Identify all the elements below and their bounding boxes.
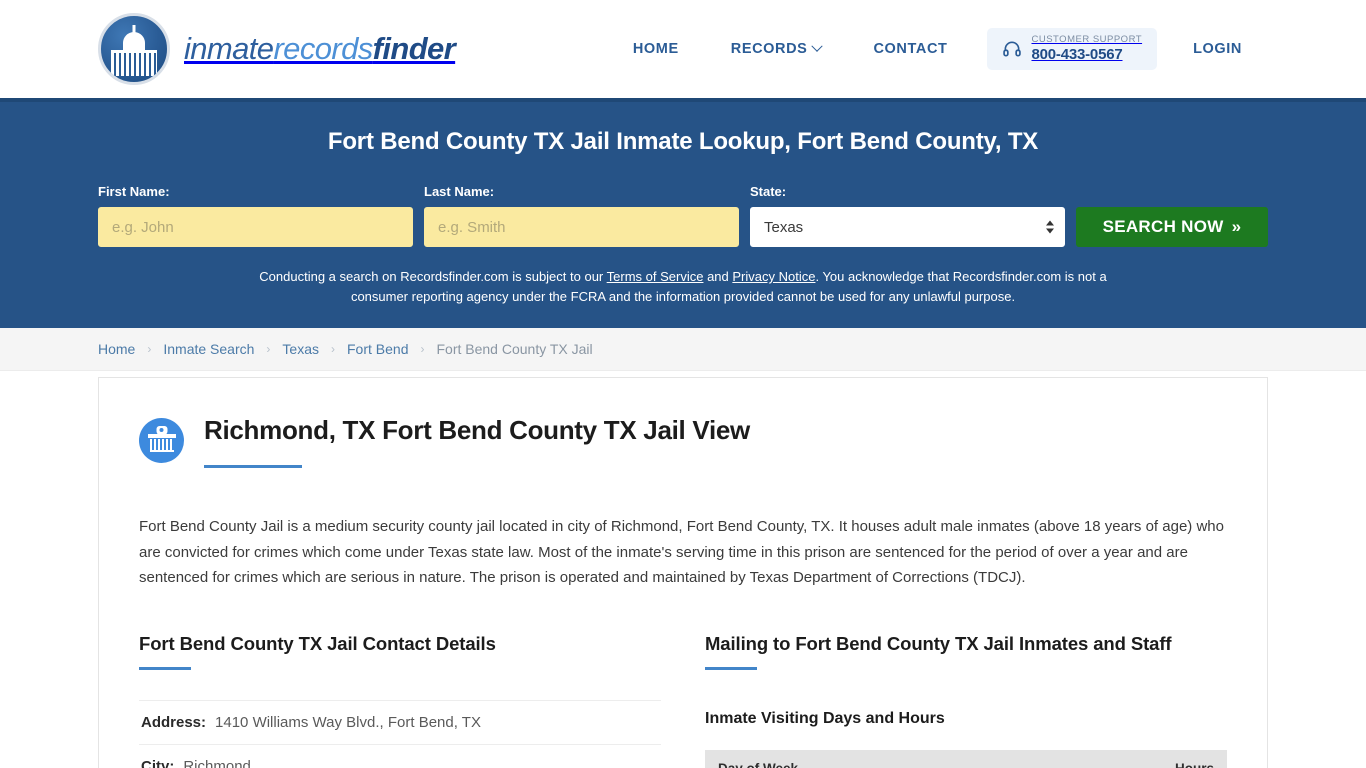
visiting-hours-subheading: Inmate Visiting Days and Hours bbox=[705, 710, 945, 728]
mailing-column: Mailing to Fort Bend County TX Jail Inma… bbox=[705, 633, 1227, 768]
chevron-down-icon bbox=[811, 40, 824, 52]
inmate-search-form: First Name: Last Name: State: Texas SEAR… bbox=[98, 184, 1268, 247]
banner-title: Fort Bend County TX Jail Inmate Lookup, … bbox=[327, 128, 1039, 155]
breadcrumb-separator-icon: › bbox=[147, 342, 152, 356]
jail-description: Fort Bend County Jail is a medium securi… bbox=[139, 517, 1224, 587]
city-key: City: bbox=[141, 758, 175, 768]
title-accent-divider bbox=[204, 464, 302, 468]
state-label: State: bbox=[750, 184, 787, 199]
double-chevron-right-icon: » bbox=[1231, 217, 1242, 236]
table-row: Address: 1410 Williams Way Blvd., Fort B… bbox=[139, 700, 661, 744]
mailing-heading: Mailing to Fort Bend County TX Jail Inma… bbox=[705, 633, 1172, 655]
address-value: 1410 Williams Way Blvd., Fort Bend, TX bbox=[215, 714, 481, 732]
last-name-label: Last Name: bbox=[424, 184, 495, 199]
page-title: Richmond, TX Fort Bend County TX Jail Vi… bbox=[204, 415, 750, 445]
nav-records[interactable]: RECORDS bbox=[705, 40, 848, 57]
nav-contact-label: CONTACT bbox=[873, 40, 948, 57]
contact-details-heading: Fort Bend County TX Jail Contact Details bbox=[139, 633, 496, 655]
contact-details-list: Address: 1410 Williams Way Blvd., Fort B… bbox=[139, 700, 661, 768]
address-key: Address: bbox=[141, 714, 207, 732]
breadcrumb-item-home[interactable]: Home bbox=[98, 341, 135, 357]
breadcrumb-item-fort-bend[interactable]: Fort Bend bbox=[347, 341, 408, 357]
breadcrumb-separator-icon: › bbox=[420, 342, 425, 356]
visiting-hours-table: Day of Week Hours bbox=[705, 750, 1227, 768]
column-header-day-of-week: Day of Week bbox=[705, 750, 1029, 768]
brand-part-inmate: inmate bbox=[184, 31, 274, 66]
page-content: Richmond, TX Fort Bend County TX Jail Vi… bbox=[0, 371, 1366, 768]
breadcrumb-item-texas[interactable]: Texas bbox=[282, 341, 319, 357]
fcra-disclaimer: Conducting a search on Recordsfinder.com… bbox=[253, 267, 1113, 306]
search-now-button[interactable]: SEARCH NOW » bbox=[1076, 207, 1268, 247]
disclaimer-text-1: Conducting a search on Recordsfinder.com… bbox=[259, 269, 607, 284]
site-logo-link[interactable]: inmaterecordsfinder bbox=[98, 13, 456, 85]
headset-icon bbox=[1003, 41, 1022, 57]
mailing-accent-divider bbox=[705, 667, 757, 671]
capitol-dome-logo-icon bbox=[98, 13, 170, 85]
breadcrumb-item-current: Fort Bend County TX Jail bbox=[436, 341, 593, 357]
detail-columns: Fort Bend County TX Jail Contact Details… bbox=[139, 633, 1227, 768]
breadcrumb-separator-icon: › bbox=[266, 342, 271, 356]
customer-support-phone: 800-433-0567 bbox=[1031, 45, 1123, 63]
jail-building-icon bbox=[139, 418, 184, 463]
search-now-label: SEARCH NOW bbox=[1102, 217, 1224, 236]
table-header-row: Day of Week Hours bbox=[705, 750, 1227, 768]
customer-support-label: CUSTOMER SUPPORT bbox=[1031, 33, 1143, 45]
last-name-field-group: Last Name: bbox=[424, 184, 739, 247]
customer-support-button[interactable]: CUSTOMER SUPPORT 800-433-0567 bbox=[987, 27, 1158, 71]
page-title-row: Richmond, TX Fort Bend County TX Jail Vi… bbox=[139, 415, 1227, 468]
last-name-input[interactable] bbox=[424, 207, 739, 247]
state-field-group: State: Texas bbox=[750, 184, 1065, 247]
disclaimer-text-2: and bbox=[703, 269, 733, 284]
breadcrumb-separator-icon: › bbox=[331, 342, 335, 356]
brand-part-records: records bbox=[273, 31, 373, 66]
primary-nav: HOME RECORDS CONTACT CUSTOMER SUPPORT 80… bbox=[607, 27, 1268, 71]
contact-details-column: Fort Bend County TX Jail Contact Details… bbox=[139, 633, 661, 768]
first-name-label: First Name: bbox=[98, 184, 170, 199]
nav-login-label: LOGIN bbox=[1193, 40, 1242, 57]
first-name-field-group: First Name: bbox=[98, 184, 413, 247]
state-select[interactable]: Texas bbox=[750, 207, 1065, 247]
first-name-input[interactable] bbox=[98, 207, 413, 247]
column-header-hours: Hours bbox=[1028, 750, 1227, 768]
terms-of-service-link[interactable]: Terms of Service bbox=[607, 269, 704, 284]
top-navigation-bar: inmaterecordsfinder HOME RECORDS CONTACT… bbox=[0, 0, 1366, 98]
brand-part-finder: finder bbox=[372, 31, 456, 66]
breadcrumb: Home › Inmate Search › Texas › Fort Bend… bbox=[0, 328, 1366, 371]
privacy-notice-link[interactable]: Privacy Notice bbox=[732, 269, 815, 284]
nav-home[interactable]: HOME bbox=[607, 41, 705, 57]
jail-detail-card: Richmond, TX Fort Bend County TX Jail Vi… bbox=[98, 377, 1268, 768]
nav-contact[interactable]: CONTACT bbox=[847, 41, 973, 57]
nav-records-label: RECORDS bbox=[730, 40, 808, 57]
nav-login[interactable]: LOGIN bbox=[1167, 41, 1268, 57]
brand-wordmark: inmaterecordsfinder bbox=[184, 31, 456, 67]
search-banner: Fort Bend County TX Jail Inmate Lookup, … bbox=[0, 98, 1366, 328]
contact-details-accent-divider bbox=[139, 667, 191, 671]
nav-home-label: HOME bbox=[632, 40, 679, 57]
table-row: City: Richmond bbox=[139, 744, 661, 768]
city-value: Richmond bbox=[183, 758, 251, 768]
breadcrumb-item-inmate-search[interactable]: Inmate Search bbox=[163, 341, 254, 357]
